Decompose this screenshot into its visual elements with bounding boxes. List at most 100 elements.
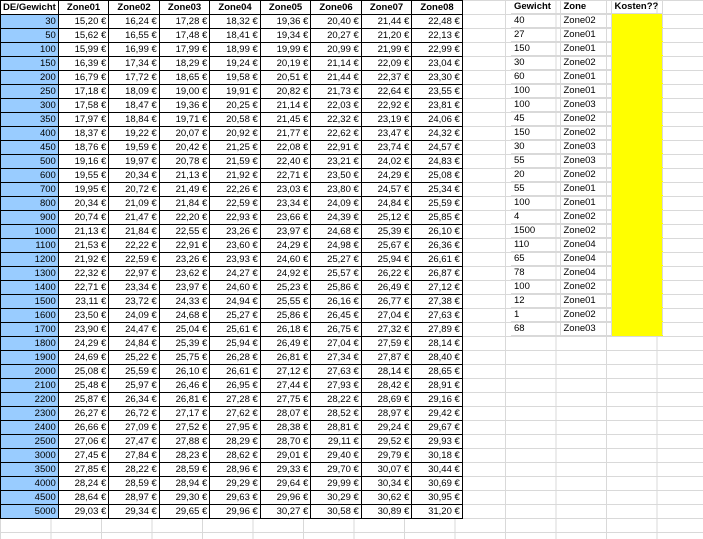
price-cell[interactable]: 23,50 € bbox=[310, 168, 362, 183]
price-cell[interactable]: 19,59 € bbox=[108, 140, 160, 155]
price-cell[interactable]: 23,93 € bbox=[209, 252, 261, 267]
weight-cell[interactable]: 1200 bbox=[0, 252, 59, 267]
price-cell[interactable]: 29,96 € bbox=[209, 504, 261, 519]
price-cell[interactable]: 23,62 € bbox=[158, 266, 211, 281]
header-cell-zone04[interactable]: Zone04 bbox=[209, 0, 261, 15]
header-cell-zone01[interactable]: Zone01 bbox=[57, 0, 110, 15]
price-cell[interactable]: 26,49 € bbox=[360, 280, 413, 295]
price-cell[interactable]: 24,69 € bbox=[57, 350, 110, 365]
price-cell[interactable]: 28,65 € bbox=[411, 364, 463, 379]
weight-cell[interactable]: 200 bbox=[0, 70, 59, 85]
price-cell[interactable]: 21,99 € bbox=[360, 42, 413, 57]
price-cell[interactable]: 30,62 € bbox=[360, 490, 413, 505]
price-cell[interactable]: 15,62 € bbox=[57, 28, 110, 43]
weight-cell[interactable]: 900 bbox=[0, 210, 59, 225]
price-cell[interactable]: 27,09 € bbox=[108, 420, 160, 435]
kosten-cell[interactable] bbox=[611, 27, 663, 42]
price-cell[interactable]: 26,34 € bbox=[108, 392, 160, 407]
price-cell[interactable]: 28,81 € bbox=[310, 420, 362, 435]
price-cell[interactable]: 29,40 € bbox=[310, 448, 362, 463]
price-cell[interactable]: 23,21 € bbox=[310, 154, 362, 169]
price-cell[interactable]: 28,38 € bbox=[259, 420, 312, 435]
price-cell[interactable]: 15,20 € bbox=[57, 14, 110, 29]
price-cell[interactable]: 26,61 € bbox=[209, 364, 261, 379]
kosten-cell[interactable] bbox=[611, 237, 663, 252]
price-cell[interactable]: 20,07 € bbox=[158, 126, 211, 141]
price-cell[interactable]: 23,81 € bbox=[411, 98, 463, 113]
price-cell[interactable]: 29,29 € bbox=[209, 476, 261, 491]
price-cell[interactable]: 30,44 € bbox=[411, 462, 463, 477]
price-cell[interactable]: 23,19 € bbox=[360, 112, 413, 127]
price-cell[interactable]: 19,71 € bbox=[158, 112, 211, 127]
zone-cell[interactable]: Zone02 bbox=[560, 167, 612, 182]
price-cell[interactable]: 28,52 € bbox=[310, 406, 362, 421]
price-cell[interactable]: 23,34 € bbox=[259, 196, 312, 211]
price-cell[interactable]: 27,75 € bbox=[259, 392, 312, 407]
price-cell[interactable]: 27,28 € bbox=[209, 392, 261, 407]
price-cell[interactable]: 30,27 € bbox=[259, 504, 312, 519]
price-cell[interactable]: 26,45 € bbox=[310, 308, 362, 323]
price-cell[interactable]: 24,83 € bbox=[411, 154, 463, 169]
price-cell[interactable]: 22,48 € bbox=[411, 14, 463, 29]
weight-cell[interactable]: 3500 bbox=[0, 462, 59, 477]
zone-cell[interactable]: Zone02 bbox=[560, 111, 612, 126]
price-cell[interactable]: 17,97 € bbox=[57, 112, 110, 127]
price-cell[interactable]: 24,29 € bbox=[57, 336, 110, 351]
price-cell[interactable]: 28,64 € bbox=[57, 490, 110, 505]
price-cell[interactable]: 20,25 € bbox=[209, 98, 261, 113]
price-cell[interactable]: 18,47 € bbox=[108, 98, 160, 113]
price-cell[interactable]: 22,59 € bbox=[108, 252, 160, 267]
price-cell[interactable]: 22,08 € bbox=[259, 140, 312, 155]
weight-cell[interactable]: 1700 bbox=[0, 322, 59, 337]
price-cell[interactable]: 21,49 € bbox=[158, 182, 211, 197]
price-cell[interactable]: 22,71 € bbox=[57, 280, 110, 295]
price-cell[interactable]: 21,92 € bbox=[57, 252, 110, 267]
price-cell[interactable]: 21,14 € bbox=[310, 56, 362, 71]
price-cell[interactable]: 27,88 € bbox=[158, 434, 211, 449]
header-cell-zone03[interactable]: Zone03 bbox=[158, 0, 211, 15]
price-cell[interactable]: 23,74 € bbox=[360, 140, 413, 155]
weight-cell[interactable]: 700 bbox=[0, 182, 59, 197]
price-cell[interactable]: 28,14 € bbox=[411, 336, 463, 351]
price-cell[interactable]: 26,77 € bbox=[360, 294, 413, 309]
price-cell[interactable]: 22,59 € bbox=[209, 196, 261, 211]
price-cell[interactable]: 17,18 € bbox=[57, 84, 110, 99]
price-cell[interactable]: 17,28 € bbox=[158, 14, 211, 29]
price-cell[interactable]: 24,33 € bbox=[158, 294, 211, 309]
price-cell[interactable]: 26,18 € bbox=[259, 322, 312, 337]
price-cell[interactable]: 22,09 € bbox=[360, 56, 413, 71]
price-cell[interactable]: 24,60 € bbox=[209, 280, 261, 295]
price-cell[interactable]: 20,99 € bbox=[310, 42, 362, 57]
zone-cell[interactable]: Zone01 bbox=[560, 181, 612, 196]
price-cell[interactable]: 19,34 € bbox=[259, 28, 312, 43]
price-cell[interactable]: 24,29 € bbox=[259, 238, 312, 253]
price-cell[interactable]: 27,32 € bbox=[360, 322, 413, 337]
price-cell[interactable]: 30,69 € bbox=[411, 476, 463, 491]
price-cell[interactable]: 23,30 € bbox=[411, 70, 463, 85]
price-cell[interactable]: 25,23 € bbox=[259, 280, 312, 295]
weight-cell[interactable]: 150 bbox=[0, 56, 59, 71]
price-cell[interactable]: 27,17 € bbox=[158, 406, 211, 421]
gewicht-cell[interactable]: 30 bbox=[511, 55, 561, 70]
kosten-cell[interactable] bbox=[611, 307, 663, 322]
gewicht-cell[interactable]: 27 bbox=[511, 27, 561, 42]
weight-cell[interactable]: 400 bbox=[0, 126, 59, 141]
price-cell[interactable]: 19,24 € bbox=[209, 56, 261, 71]
price-cell[interactable]: 23,60 € bbox=[209, 238, 261, 253]
price-cell[interactable]: 23,72 € bbox=[108, 294, 160, 309]
price-cell[interactable]: 19,36 € bbox=[158, 98, 211, 113]
gewicht-cell[interactable]: 1500 bbox=[511, 223, 561, 238]
price-cell[interactable]: 16,39 € bbox=[57, 56, 110, 71]
weight-cell[interactable]: 30 bbox=[0, 14, 59, 29]
gewicht-cell[interactable]: 55 bbox=[511, 153, 561, 168]
price-cell[interactable]: 25,87 € bbox=[57, 392, 110, 407]
price-cell[interactable]: 20,72 € bbox=[108, 182, 160, 197]
price-cell[interactable]: 25,94 € bbox=[209, 336, 261, 351]
price-cell[interactable]: 28,59 € bbox=[158, 462, 211, 477]
price-cell[interactable]: 29,96 € bbox=[259, 490, 312, 505]
price-cell[interactable]: 25,08 € bbox=[411, 168, 463, 183]
price-cell[interactable]: 23,34 € bbox=[108, 280, 160, 295]
price-cell[interactable]: 21,20 € bbox=[360, 28, 413, 43]
price-cell[interactable]: 31,20 € bbox=[411, 504, 463, 519]
price-cell[interactable]: 18,29 € bbox=[158, 56, 211, 71]
